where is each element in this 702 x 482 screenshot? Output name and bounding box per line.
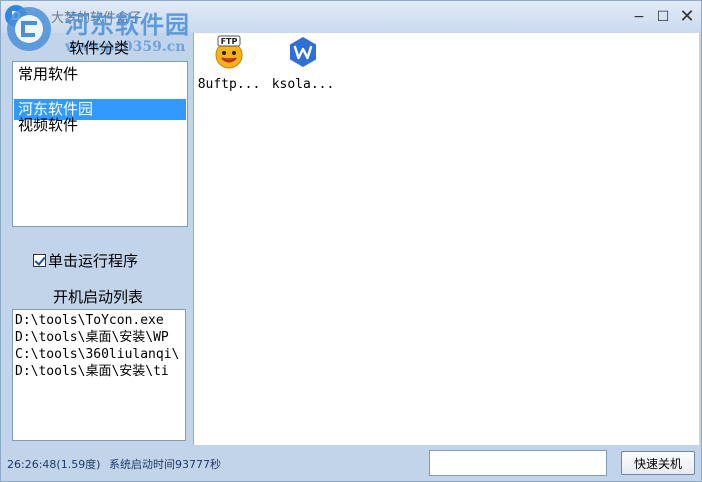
watermark-logo-icon (7, 7, 51, 51)
startup-item[interactable]: C:\tools\360liulanqi\ (15, 346, 183, 363)
status-time: 26:26:48(1.59度) (7, 458, 101, 471)
status-boot-time: 系统启动时间93777秒 (109, 458, 221, 471)
status-bar: 26:26:48(1.59度) 系统启动时间93777秒 快速关机 (1, 447, 701, 481)
startup-item[interactable]: D:\tools\桌面\安装\WP (15, 329, 183, 346)
startup-list-title: 开机启动列表 (53, 288, 144, 306)
close-button[interactable]: ✕ (677, 7, 697, 27)
app-label: 8uftp... (197, 77, 261, 92)
wps-office-icon (290, 37, 316, 67)
command-input[interactable] (429, 450, 607, 476)
category-item-common[interactable]: 常用软件 (14, 64, 186, 85)
app-grid[interactable]: FTP 8uftp... ksola... (193, 33, 699, 445)
run-on-click-option[interactable]: 单击运行程序 (33, 251, 138, 271)
minimize-button[interactable]: − (629, 7, 649, 27)
startup-item[interactable]: D:\tools\ToYcon.exe (15, 312, 183, 329)
quick-shutdown-button[interactable]: 快速关机 (621, 451, 695, 475)
category-spacer (14, 85, 186, 99)
svg-text:FTP: FTP (221, 37, 238, 46)
run-on-click-checkbox[interactable] (33, 254, 46, 267)
run-on-click-label: 单击运行程序 (48, 252, 139, 270)
category-list[interactable]: 常用软件 河东软件园 视频软件 (12, 61, 188, 227)
ftp-smiley-icon: FTP (215, 35, 243, 69)
watermark-name: 河东软件园 (65, 11, 190, 39)
maximize-button[interactable]: ☐ (653, 7, 673, 27)
main-window: D 大梦的软件盒子 河东软件园 − ☐ ✕ www.pc0359.cn 软件分类… (0, 0, 702, 482)
startup-list[interactable]: D:\tools\ToYcon.exe D:\tools\桌面\安装\WP C:… (12, 309, 186, 441)
startup-item[interactable]: D:\tools\桌面\安装\ti (15, 363, 183, 380)
app-tile-ksolaunch[interactable]: ksola... (268, 33, 338, 92)
title-bar[interactable]: D 大梦的软件盒子 河东软件园 − ☐ ✕ (1, 1, 701, 51)
category-item-video[interactable]: 视频软件 (14, 115, 186, 136)
app-label: ksola... (271, 77, 335, 92)
category-title: 软件分类 (69, 39, 130, 57)
app-tile-8uftp[interactable]: FTP 8uftp... (194, 33, 264, 92)
